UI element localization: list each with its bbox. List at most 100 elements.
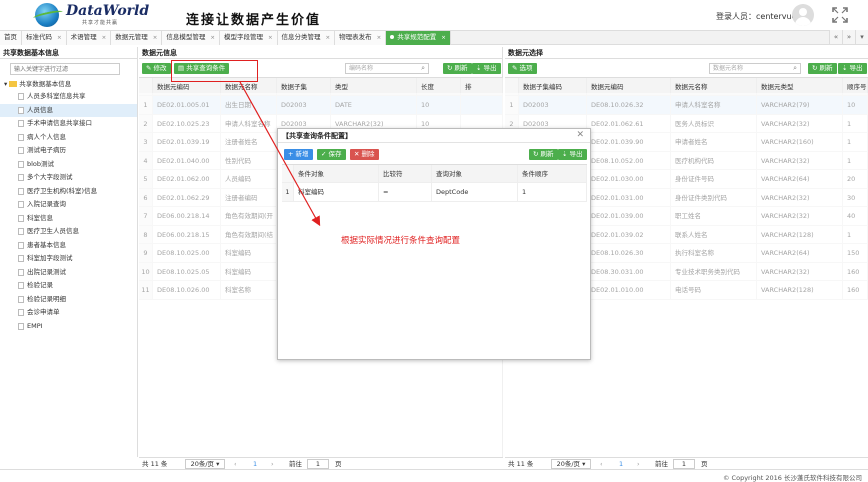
tab-3[interactable]: 数据元管理 ×	[111, 31, 163, 45]
page-size-select[interactable]: 20条/页 ▾	[185, 459, 225, 469]
tab-label: 术语管理	[70, 33, 97, 41]
current-page[interactable]: 1	[253, 459, 257, 469]
tree-item[interactable]: 测试电子病历	[0, 144, 137, 158]
tree-item[interactable]: EMPI	[0, 320, 137, 334]
table-row[interactable]: 1 科室编码 = DeptCode 1	[282, 183, 587, 202]
tree-item[interactable]: 患者基本信息	[0, 239, 137, 253]
tree-item[interactable]: 病人个人信息	[0, 131, 137, 145]
save-button[interactable]: ✓ 保存	[317, 149, 346, 160]
header-cell[interactable]: 条件顺序	[518, 165, 587, 182]
tree-search-input[interactable]	[10, 63, 120, 75]
tree-item[interactable]: 医疗卫生机构(科室)信息	[0, 185, 137, 199]
goto-page-input[interactable]: 1	[307, 459, 329, 469]
page-size-select[interactable]: 20条/页 ▾	[551, 459, 591, 469]
tree-item-label: 医疗卫生机构(科室)信息	[27, 186, 98, 195]
tab-bar: 首页 标准代码 × 术语管理 × 数据元管理 × 信息模型管理 × 模型字段管理 × 信息分类管理 × 物…	[0, 30, 868, 45]
tree-item[interactable]: 科室信息	[0, 212, 137, 226]
next-page-icon[interactable]: ›	[271, 459, 274, 469]
tab-close-icon[interactable]: ×	[268, 35, 273, 41]
edit-button[interactable]: ✎ 修改	[142, 63, 171, 74]
tab-close-icon[interactable]: ×	[377, 35, 382, 41]
tab-close-icon[interactable]: ×	[153, 35, 158, 41]
tree-item-label: 检验记录明细	[27, 294, 66, 303]
prev-page-icon[interactable]: ‹	[234, 459, 237, 469]
mid-refresh-button[interactable]: ↻ 刷新	[443, 63, 472, 74]
tree-item[interactable]: 检验记录	[0, 279, 137, 293]
folder-icon	[9, 81, 18, 87]
header-cell[interactable]: 比较符	[379, 165, 432, 182]
tree-item[interactable]: 医疗卫生人员信息	[0, 225, 137, 239]
current-page[interactable]: 1	[619, 459, 623, 469]
file-icon	[18, 228, 24, 235]
collapse-icon[interactable]: ▾	[4, 80, 7, 88]
tree-item-label: 手术申请信息共享接口	[27, 119, 92, 127]
tree-item[interactable]: blob测试	[0, 158, 137, 172]
tree-item-label: 医疗卫生人员信息	[27, 227, 79, 235]
tree-item[interactable]: 科室加字段测试	[0, 252, 137, 266]
file-icon	[18, 147, 24, 154]
tree-item[interactable]: 人员多科室信息共享	[0, 90, 137, 104]
next-page-icon[interactable]: ›	[637, 459, 640, 469]
tab-close-icon[interactable]: ×	[326, 35, 331, 41]
delete-button[interactable]: ✕ 删除	[350, 149, 379, 160]
tab-6[interactable]: 信息分类管理 ×	[277, 31, 336, 45]
tree-item-label: 入院记录查询	[27, 200, 66, 208]
tab-0[interactable]: 首页	[0, 31, 22, 45]
mid-panel-title: 数据元信息	[139, 47, 502, 59]
annotation-highlight-box	[171, 60, 258, 82]
mid-export-button[interactable]: ⇣ 导出	[472, 63, 501, 74]
tree-item[interactable]: 检验记录明细	[0, 293, 137, 307]
tab-1[interactable]: 标准代码 ×	[22, 31, 67, 45]
tree-item[interactable]: 手术申请信息共享接口	[0, 117, 137, 131]
user-avatar-icon[interactable]	[792, 4, 814, 26]
right-export-button[interactable]: ⇣ 导出	[838, 63, 867, 74]
annotation-text: 根据实际情况进行条件查询配置	[341, 236, 461, 246]
tab-label: 信息分类管理	[281, 33, 321, 41]
tab-7[interactable]: 物理表发布 ×	[335, 31, 387, 45]
slogan: 连接让数据产生价值	[186, 13, 322, 28]
tab-close-icon[interactable]: ×	[441, 35, 446, 41]
logo-tagline: 共享才能共赢	[82, 20, 119, 26]
tab-close-icon[interactable]: ×	[57, 35, 62, 41]
choose-button[interactable]: ✎ 选项	[508, 63, 537, 74]
search-icon[interactable]: ⌕	[421, 64, 425, 73]
tab-close-icon[interactable]: ×	[210, 35, 215, 41]
tab-4[interactable]: 信息模型管理 ×	[162, 31, 220, 45]
prev-page-icon[interactable]: ‹	[600, 459, 603, 469]
tree-item-label: blob测试	[27, 159, 55, 168]
right-panel-title: 数据元选择	[505, 47, 868, 59]
tab-close-icon[interactable]: ×	[102, 35, 107, 41]
tree-item[interactable]: 入院记录查询	[0, 198, 137, 212]
close-icon[interactable]: ✕	[576, 130, 584, 140]
tree-item[interactable]: 人员信息	[0, 103, 137, 117]
mid-pager: 共 11 条 20条/页 ▾ ‹ 1 › 前往 1 页	[139, 457, 503, 469]
goto-page-input[interactable]: 1	[673, 459, 695, 469]
table-cell: 1	[518, 183, 587, 201]
tree-item[interactable]: 会诊申请单	[0, 306, 137, 320]
table-cell: 科室编码	[294, 183, 379, 201]
pager-total: 共 11 条	[508, 460, 534, 468]
mid-search-input[interactable]: 编码名称 ⌕	[345, 63, 429, 74]
dialog-refresh-button[interactable]: ↻ 刷新	[529, 149, 558, 160]
row-number: 1	[282, 183, 294, 201]
right-search-input[interactable]: 数据元名称 ⌕	[709, 63, 801, 74]
tab-5[interactable]: 模型字段管理 ×	[219, 31, 278, 45]
tab-2[interactable]: 术语管理 ×	[66, 31, 112, 45]
tree-item[interactable]: 多个大字段测试	[0, 171, 137, 185]
search-icon[interactable]: ⌕	[793, 64, 797, 73]
dialog-export-button[interactable]: ⇣ 导出	[558, 149, 587, 160]
dialog-grid: 条件对象 比较符 查询对象 条件顺序 1 科室编码 = DeptCode 1	[282, 164, 587, 202]
tab-scroll-left-icon[interactable]: «	[829, 30, 842, 44]
file-icon	[18, 120, 24, 127]
right-refresh-button[interactable]: ↻ 刷新	[808, 63, 837, 74]
header-cell[interactable]: 查询对象	[432, 165, 518, 182]
tree-root[interactable]: ▾ 共享数据基本信息	[0, 79, 137, 90]
header-cell	[282, 165, 294, 182]
header-cell[interactable]: 条件对象	[294, 165, 379, 182]
tree-item[interactable]: 出院记录测试	[0, 266, 137, 280]
fullscreen-icon[interactable]	[831, 6, 849, 24]
tab-scroll-right-icon[interactable]: »	[842, 30, 855, 44]
tab-8[interactable]: 共享规范配置 ×	[386, 31, 451, 45]
add-button[interactable]: + 新增	[284, 149, 313, 160]
tab-menu-icon[interactable]: ▾	[855, 30, 868, 44]
